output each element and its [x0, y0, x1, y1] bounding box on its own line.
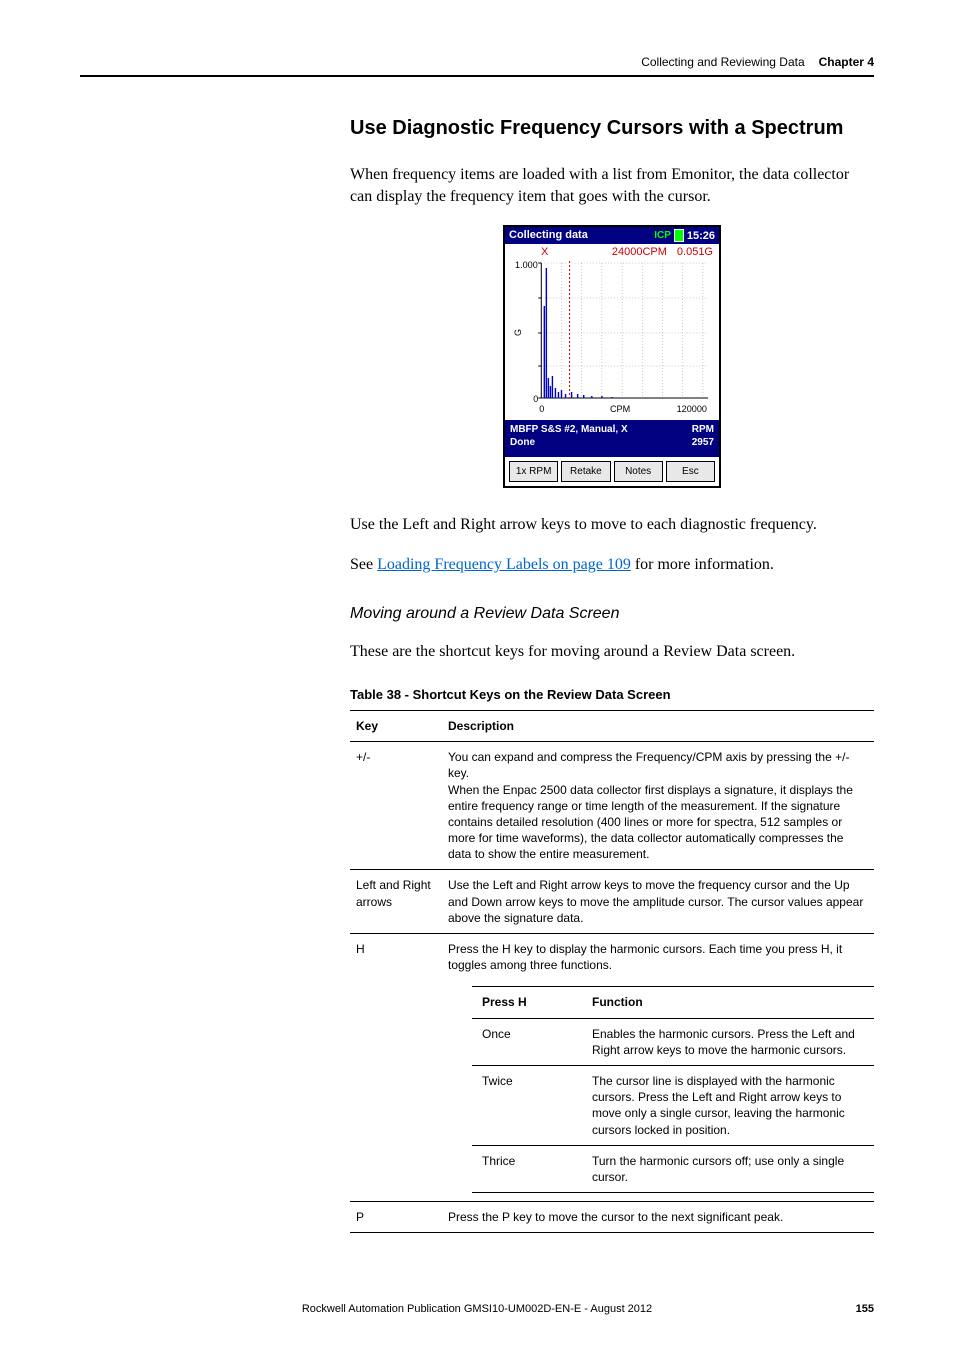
- readout-amp: 0.051G: [677, 246, 713, 258]
- plot-yunit: G: [513, 329, 523, 336]
- section-title: Use Diagnostic Frequency Cursors with a …: [350, 117, 874, 140]
- table-row: H Press the H key to display the harmoni…: [350, 934, 874, 981]
- plot-xlabel: CPM: [610, 404, 630, 414]
- status-line1: MBFP S&S #2, Manual, X: [510, 423, 628, 436]
- device-status: MBFP S&S #2, Manual, X Done RPM 2957: [505, 420, 719, 457]
- device-screenshot: Collecting data ICP 15:26 X 24000CPM 0.0…: [503, 225, 721, 488]
- th-key: Key: [350, 710, 442, 741]
- section-intro: When frequency items are loaded with a l…: [350, 164, 874, 207]
- table-caption: Table 38 - Shortcut Keys on the Review D…: [350, 687, 874, 702]
- page-footer: Rockwell Automation Publication GMSI10-U…: [80, 1303, 874, 1315]
- cell-key: +/-: [350, 742, 442, 870]
- table-row: Twice The cursor line is displayed with …: [472, 1065, 874, 1145]
- plot-ymax: 1.000: [515, 260, 538, 270]
- see-line: See Loading Frequency Labels on page 109…: [350, 554, 874, 576]
- page-header: Collecting and Reviewing Data Chapter 4: [80, 55, 874, 77]
- cell-key: Left and Right arrows: [350, 870, 442, 934]
- readout-x: X: [541, 246, 548, 258]
- subsection-intro: These are the shortcut keys for moving a…: [350, 641, 874, 663]
- btn-retake[interactable]: Retake: [561, 461, 610, 482]
- table-row: P Press the P key to move the cursor to …: [350, 1202, 874, 1233]
- device-readout: X 24000CPM 0.051G: [505, 244, 719, 258]
- cell-func: Enables the harmonic cursors. Press the …: [582, 1018, 874, 1065]
- cell-func: The cursor line is displayed with the ha…: [582, 1065, 874, 1145]
- cell-press: Twice: [472, 1065, 582, 1145]
- battery-icon: [674, 229, 684, 242]
- inner-table-cell: Press H Function Once Enables the harmon…: [442, 980, 874, 1201]
- device-time: 15:26: [687, 230, 715, 242]
- cell-press: Once: [472, 1018, 582, 1065]
- device-title: Collecting data: [509, 229, 588, 242]
- cell-key: P: [350, 1202, 442, 1233]
- btn-notes[interactable]: Notes: [614, 461, 663, 482]
- table-row: Thrice Turn the harmonic cursors off; us…: [472, 1145, 874, 1192]
- link-loading-frequency-labels[interactable]: Loading Frequency Labels on page 109: [377, 556, 631, 573]
- see-prefix: See: [350, 556, 377, 573]
- th-description: Description: [442, 710, 874, 741]
- cell-press: Thrice: [472, 1145, 582, 1192]
- cell-func: Turn the harmonic cursors off; use only …: [582, 1145, 874, 1192]
- btn-esc[interactable]: Esc: [666, 461, 715, 482]
- subsection-heading: Moving around a Review Data Screen: [350, 605, 874, 623]
- th-press-h: Press H: [472, 987, 582, 1018]
- header-chapter-title: Collecting and Reviewing Data: [641, 55, 804, 69]
- cell-desc: You can expand and compress the Frequenc…: [442, 742, 874, 870]
- device-titlebar: Collecting data ICP 15:26: [505, 227, 719, 244]
- after-device-text: Use the Left and Right arrow keys to mov…: [350, 514, 874, 536]
- footer-publication: Rockwell Automation Publication GMSI10-U…: [120, 1303, 834, 1315]
- cell-desc: Press the H key to display the harmonic …: [442, 934, 874, 981]
- plot-xmax: 120000: [677, 404, 707, 414]
- status-rpm-label: RPM: [692, 423, 714, 436]
- th-function: Function: [582, 987, 874, 1018]
- status-rpm-value: 2957: [692, 436, 714, 449]
- status-line2: Done: [510, 436, 628, 449]
- see-suffix: for more information.: [631, 556, 774, 573]
- table-row: Left and Right arrows Use the Left and R…: [350, 870, 874, 934]
- shortcut-keys-table: Key Description +/- You can expand and c…: [350, 710, 874, 1233]
- footer-page-number: 155: [834, 1303, 874, 1315]
- table-row: +/- You can expand and compress the Freq…: [350, 742, 874, 870]
- btn-1x-rpm[interactable]: 1x RPM: [509, 461, 558, 482]
- header-chapter-label: Chapter 4: [819, 55, 874, 69]
- readout-freq: 24000CPM: [612, 246, 667, 258]
- device-buttons: 1x RPM Retake Notes Esc: [505, 457, 719, 486]
- table-row: Once Enables the harmonic cursors. Press…: [472, 1018, 874, 1065]
- cell-key: H: [350, 934, 442, 1202]
- device-plot: 1.000 G 0 0 CPM 120000: [511, 258, 713, 418]
- icp-indicator: ICP: [654, 230, 671, 241]
- press-h-table: Press H Function Once Enables the harmon…: [472, 986, 874, 1193]
- cell-desc: Press the P key to move the cursor to th…: [442, 1202, 874, 1233]
- plot-xmin: 0: [539, 404, 544, 414]
- cell-desc: Use the Left and Right arrow keys to mov…: [442, 870, 874, 934]
- plot-ymin: 0: [533, 394, 538, 404]
